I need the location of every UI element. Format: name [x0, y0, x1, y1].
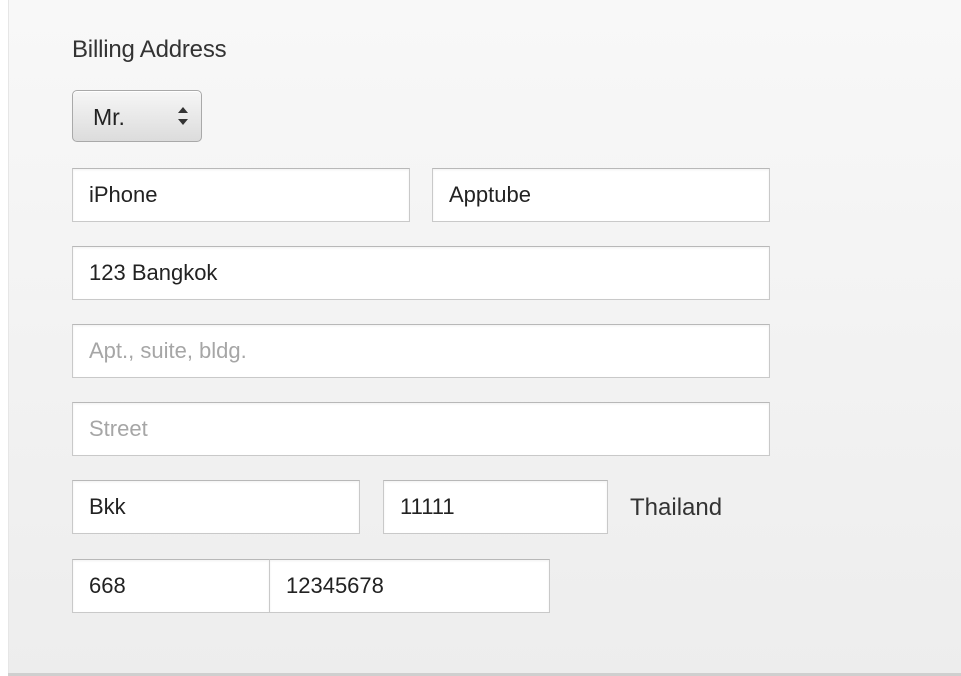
salutation-select[interactable]: Mr. — [72, 90, 202, 142]
phone-number-input[interactable] — [269, 559, 550, 613]
first-name-input[interactable] — [72, 168, 410, 222]
city-input[interactable] — [72, 480, 360, 534]
country-label: Thailand — [630, 494, 723, 521]
address-line2-input[interactable] — [72, 324, 770, 378]
phone-area-code-input[interactable] — [72, 559, 270, 613]
billing-address-heading: Billing Address — [72, 36, 227, 63]
street-input[interactable] — [72, 402, 770, 456]
address-line1-input[interactable] — [72, 246, 770, 300]
up-down-chevron-icon — [178, 107, 188, 125]
last-name-input[interactable] — [432, 168, 770, 222]
postal-code-input[interactable] — [383, 480, 608, 534]
salutation-selected-value: Mr. — [93, 104, 125, 130]
